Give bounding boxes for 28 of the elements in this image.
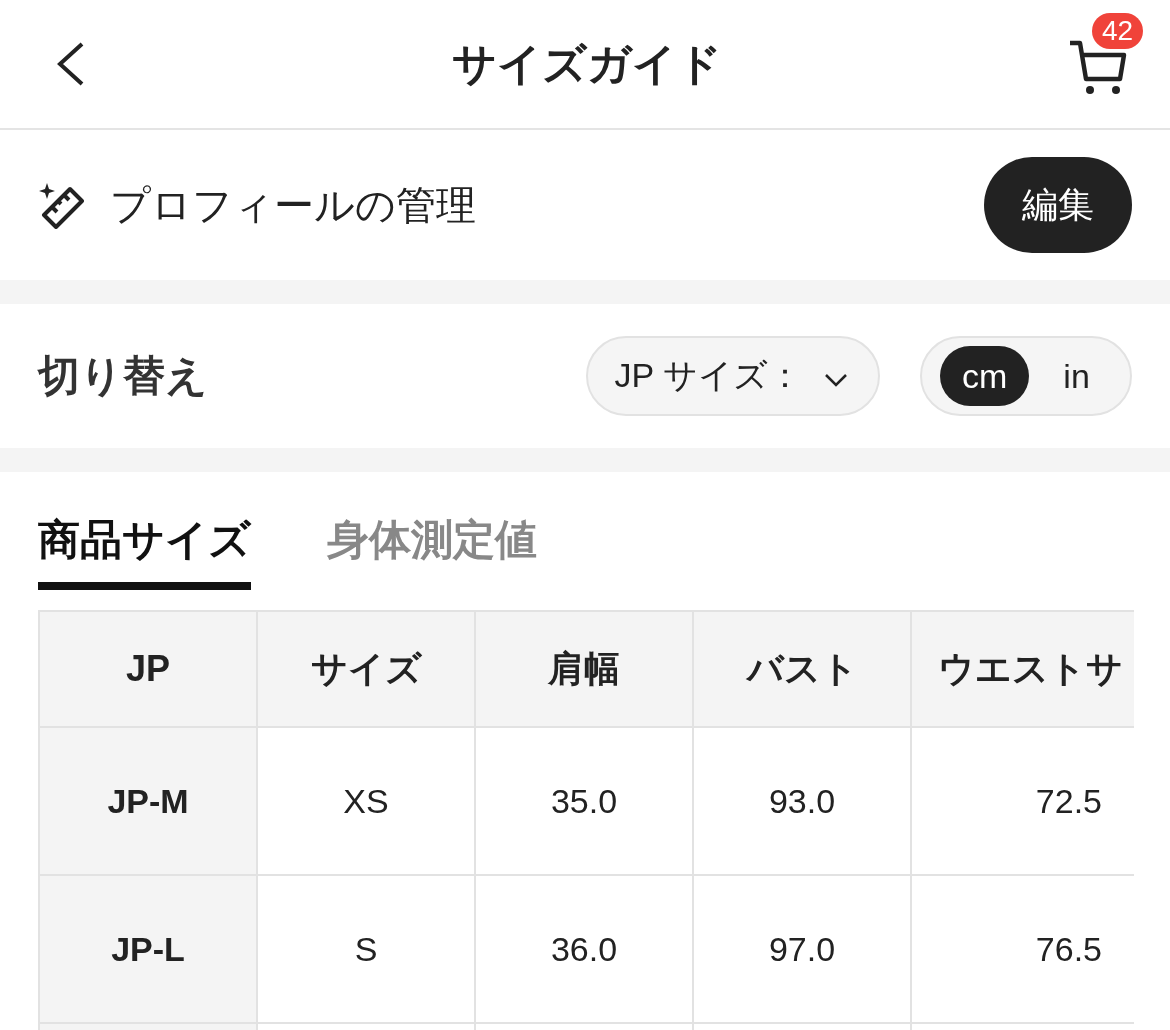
chevron-icon — [824, 373, 848, 387]
switch-label: 切り替え — [38, 351, 209, 401]
column-header: ウエストサ — [937, 646, 1124, 691]
column-header: サイズ — [258, 612, 476, 726]
unit-option[interactable]: in — [1041, 346, 1112, 406]
table-cell: JP-M — [40, 728, 258, 874]
column-header: バスト — [694, 612, 912, 726]
table-cell-text: 72.5 — [1034, 780, 1103, 822]
table-cell: 35.0 — [476, 728, 694, 874]
column-header: 肩幅 — [476, 612, 694, 726]
table-cell: S — [258, 876, 476, 1022]
edit-button[interactable]: 編集 — [984, 157, 1132, 253]
back-icon[interactable] — [56, 42, 86, 86]
table-cell: 97.0 — [694, 876, 912, 1022]
profile-label: プロフィールの管理 — [110, 181, 477, 229]
table-cell: JP-L — [40, 876, 258, 1022]
tab[interactable]: 商品サイズ — [38, 512, 251, 590]
table-cell: XS — [258, 728, 476, 874]
tab[interactable]: 身体測定値 — [327, 512, 537, 590]
cart-icon[interactable] — [1068, 39, 1128, 95]
table-cell: 93.0 — [694, 728, 912, 874]
unit-option[interactable]: cm — [940, 346, 1030, 406]
page-title: サイズガイド — [451, 37, 723, 90]
ruler-icon — [38, 181, 86, 229]
size-select[interactable]: JP サイズ： — [586, 336, 880, 416]
table-cell: 36.0 — [476, 876, 694, 1022]
cart-badge: 42 — [1092, 13, 1144, 49]
table-cell-text: 76.5 — [1034, 928, 1103, 970]
